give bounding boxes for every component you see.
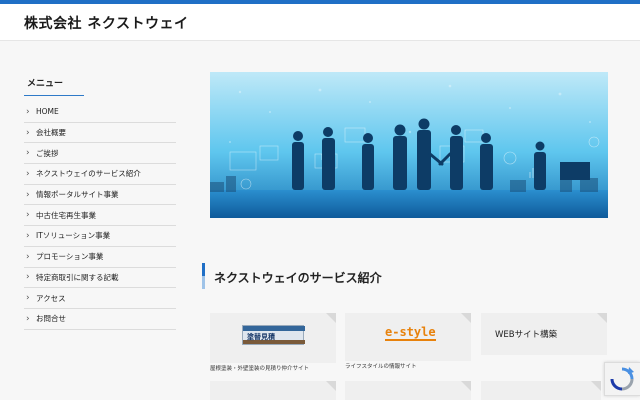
sidebar-list: › HOME › 会社概要 › ご挨拶 › ネクストウェイのサービス紹介 › 情報ポータル…: [24, 102, 176, 330]
sidebar-item-label: ITソリューション事業: [36, 231, 111, 241]
chevron-right-icon: ›: [26, 210, 30, 221]
chevron-right-icon: ›: [26, 148, 30, 159]
nurikae-logo: 塗替見積: [242, 325, 305, 345]
service-card[interactable]: [481, 381, 601, 400]
service-card[interactable]: [345, 381, 471, 400]
sidebar-item-promotion[interactable]: › プロモーション事業: [24, 247, 176, 268]
chevron-right-icon: ›: [26, 293, 30, 304]
business-people-illustration: [210, 72, 608, 218]
card-corner-fold: [461, 381, 471, 391]
card-caption: ライフスタイルの情報サイト: [345, 364, 417, 370]
sidebar-item-services[interactable]: › ネクストウェイのサービス紹介: [24, 164, 176, 185]
service-card-estyle[interactable]: e-style: [345, 313, 471, 361]
sidebar-menu: メニュー › HOME › 会社概要 › ご挨拶 › ネクストウェイのサービス紹介 › 情…: [24, 72, 176, 330]
chevron-right-icon: ›: [26, 251, 30, 262]
chevron-right-icon: ›: [26, 230, 30, 241]
section-title-accent: [202, 263, 205, 289]
sidebar-item-label: 中古住宅再生事業: [36, 210, 96, 220]
recaptcha-badge[interactable]: [604, 362, 640, 396]
sidebar-item-contact[interactable]: › お問合せ: [24, 309, 176, 330]
services-section-title: ネクストウェイのサービス紹介: [202, 263, 612, 289]
card-corner-fold: [597, 313, 607, 323]
section-title-text: ネクストウェイのサービス紹介: [214, 271, 382, 285]
chevron-right-icon: ›: [26, 168, 30, 179]
sidebar-item-it[interactable]: › ITソリューション事業: [24, 226, 176, 247]
chevron-right-icon: ›: [26, 127, 30, 138]
sidebar-item-label: HOME: [36, 107, 59, 117]
chevron-right-icon: ›: [26, 272, 30, 283]
sidebar-item-label: お問合せ: [36, 314, 66, 324]
sidebar-item-greeting[interactable]: › ご挨拶: [24, 143, 176, 165]
service-card-web[interactable]: WEBサイト構築: [481, 313, 607, 355]
sidebar-item-label: 会社概要: [36, 128, 66, 138]
chevron-right-icon: ›: [26, 313, 30, 324]
sidebar-item-label: プロモーション事業: [36, 252, 104, 262]
sidebar-item-label: ご挨拶: [36, 148, 59, 158]
nurikae-logo-text: 塗替見積: [247, 333, 275, 341]
card-label: WEBサイト構築: [495, 330, 558, 340]
sidebar-item-label: 情報ポータルサイト事業: [36, 190, 119, 200]
card-corner-fold: [326, 381, 336, 391]
service-card[interactable]: [210, 381, 336, 400]
card-caption: 屋根塗装・外壁塗装の見積り仲介サイト: [210, 366, 310, 372]
card-corner-fold: [326, 313, 336, 323]
sidebar-item-label: アクセス: [36, 293, 66, 303]
sidebar-item-company[interactable]: › 会社概要: [24, 123, 176, 144]
sidebar-item-portal[interactable]: › 情報ポータルサイト事業: [24, 185, 176, 206]
service-card-nurikae[interactable]: 塗替見積: [210, 313, 336, 363]
sidebar-item-access[interactable]: › アクセス: [24, 288, 176, 309]
sidebar-item-home[interactable]: › HOME: [24, 102, 176, 123]
recaptcha-icon: [610, 367, 634, 391]
sidebar-item-housing[interactable]: › 中古住宅再生事業: [24, 205, 176, 227]
hero-image: [210, 72, 608, 218]
sidebar-item-label: ネクストウェイのサービス紹介: [36, 169, 141, 179]
card-corner-fold: [591, 381, 601, 391]
estyle-logo-text: e-style: [385, 325, 436, 341]
chevron-right-icon: ›: [26, 106, 30, 117]
chevron-right-icon: ›: [26, 189, 30, 200]
card-corner-fold: [461, 313, 471, 323]
sidebar-heading: メニュー: [24, 72, 84, 96]
site-title[interactable]: 株式会社 ネクストウェイ: [24, 13, 188, 33]
sidebar-item-label: 特定商取引に関する記載: [36, 272, 119, 282]
sidebar-item-legal[interactable]: › 特定商取引に関する記載: [24, 268, 176, 289]
site-header: 株式会社 ネクストウェイ: [0, 4, 640, 41]
